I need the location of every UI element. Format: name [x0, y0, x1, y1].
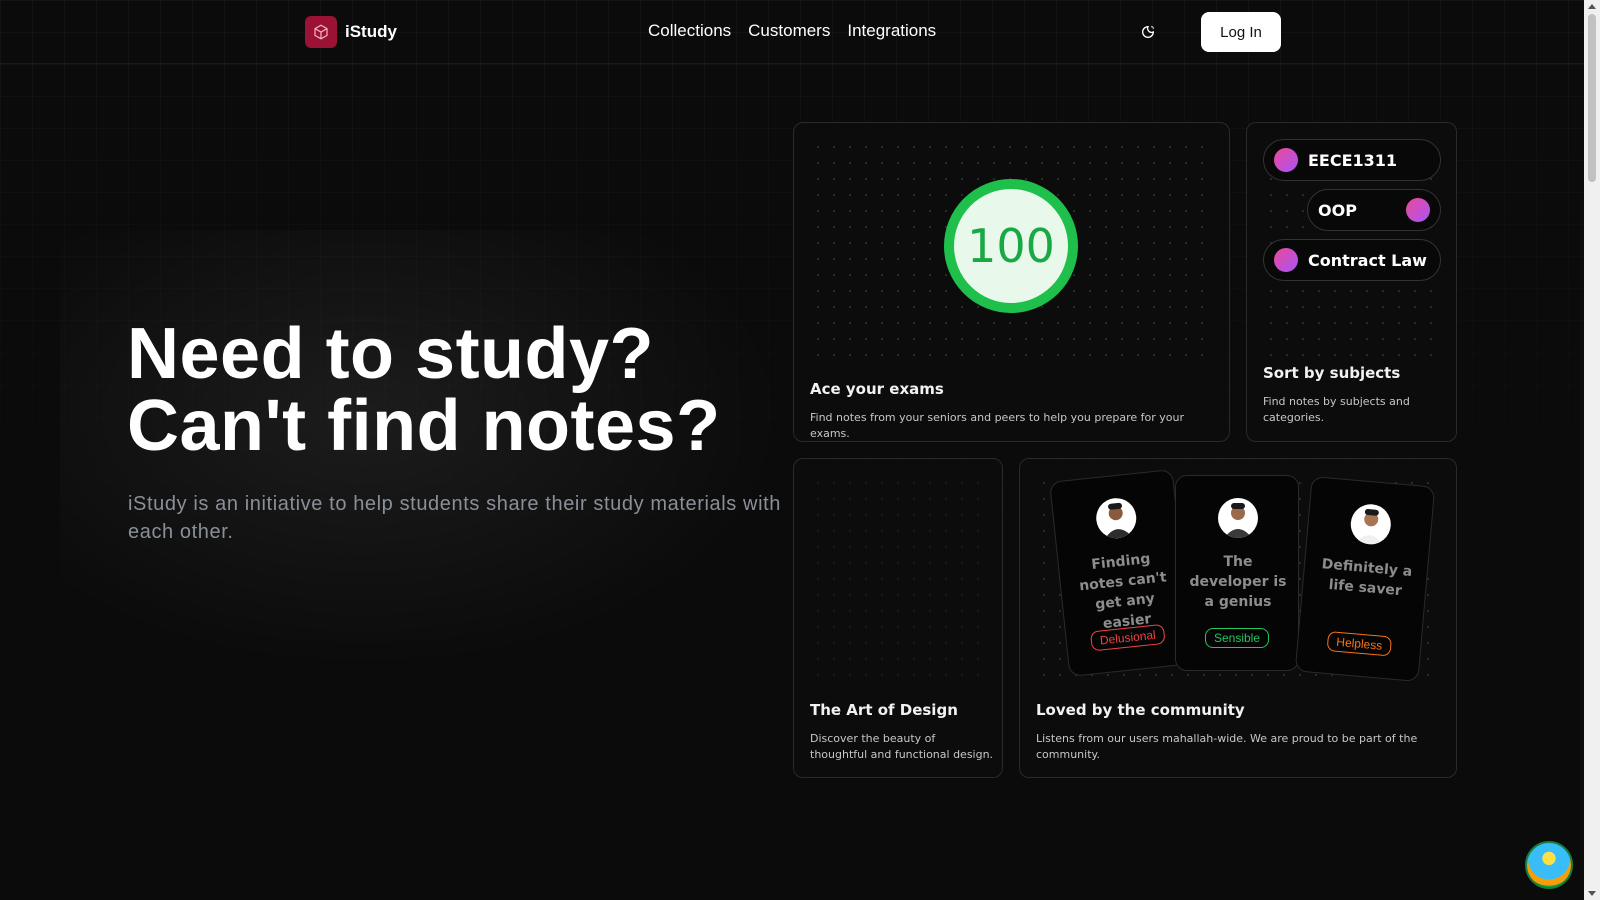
card-description: Discover the beauty of thoughtful and fu… [810, 732, 994, 761]
card-title: The Art of Design [810, 701, 958, 719]
brand-logo[interactable]: iStudy [305, 16, 397, 48]
score-value: 100 [967, 219, 1055, 273]
pill-label: EECE1311 [1308, 150, 1398, 170]
gradient-dot-icon [1274, 148, 1298, 172]
nav-link-integrations[interactable]: Integrations [847, 21, 936, 41]
floating-avatar-button[interactable] [1525, 841, 1573, 889]
scroll-down-arrow-icon[interactable] [1588, 891, 1596, 896]
subject-pill-contract-law[interactable]: Contract Law [1263, 239, 1441, 281]
brand-name: iStudy [345, 22, 397, 41]
user-avatar [1218, 498, 1258, 538]
scroll-up-arrow-icon[interactable] [1588, 4, 1596, 9]
hero-subtitle: iStudy is an initiative to help students… [128, 493, 781, 543]
card-description: Find notes by subjects and categories. [1263, 395, 1410, 424]
gradient-dot-icon [1406, 198, 1430, 222]
pill-label: Contract Law [1308, 250, 1427, 270]
hero-title: Need to study? Can't find notes? [127, 318, 787, 462]
hero-title-line-2: Can't find notes? [127, 386, 721, 466]
site-header: iStudy Collections Customers Integration… [0, 0, 1584, 64]
login-button[interactable]: Log In [1201, 12, 1281, 52]
hero-title-line-1: Need to study? [127, 314, 655, 394]
user-avatar [1094, 496, 1139, 541]
feature-card-community: Finding notes can't get any easier Delus… [1019, 458, 1457, 778]
moon-sun-icon [1142, 25, 1155, 38]
card-title: Loved by the community [1036, 701, 1245, 719]
testimonial-tag: Sensible [1204, 628, 1270, 648]
feature-card-subjects: EECE1311 OOP Contract Law Sort by subjec… [1246, 122, 1457, 442]
nav-link-collections[interactable]: Collections [648, 21, 731, 41]
pill-label: OOP [1318, 200, 1357, 220]
testimonial-quote: The developer is a genius [1189, 554, 1287, 610]
cube-logo-icon [305, 16, 337, 48]
feature-card-exams: 100 Ace your exams Find notes from your … [793, 122, 1230, 442]
testimonial-card-3: Definitely a life saver Helpless [1294, 475, 1436, 683]
subject-pill-oop[interactable]: OOP [1307, 189, 1441, 231]
card-description: Find notes from your seniors and peers t… [810, 411, 1185, 440]
gradient-dot-icon [1274, 248, 1298, 272]
score-ring: 100 [944, 179, 1078, 313]
testimonial-card-1: Finding notes can't get any easier Delus… [1049, 469, 1193, 677]
card-title: Ace your exams [810, 380, 944, 398]
testimonial-quote: Finding notes can't get any easier [1078, 550, 1168, 633]
dot-pattern [810, 475, 988, 685]
user-avatar [1349, 502, 1393, 546]
main-nav: Collections Customers Integrations [648, 21, 936, 41]
page-scrollbar[interactable] [1584, 0, 1600, 900]
theme-toggle-button[interactable] [1138, 22, 1158, 42]
nav-link-customers[interactable]: Customers [748, 21, 830, 41]
subject-pill-eece1311[interactable]: EECE1311 [1263, 139, 1441, 181]
card-title: Sort by subjects [1263, 364, 1401, 382]
feature-card-design: The Art of Design Discover the beauty of… [793, 458, 1003, 778]
card-description: Listens from our users mahallah-wide. We… [1036, 732, 1418, 761]
testimonial-quote: Definitely a life saver [1321, 556, 1413, 600]
scroll-thumb[interactable] [1588, 14, 1596, 182]
testimonial-card-2: The developer is a genius Sensible [1175, 475, 1299, 671]
testimonial-tag: Helpless [1326, 631, 1393, 657]
